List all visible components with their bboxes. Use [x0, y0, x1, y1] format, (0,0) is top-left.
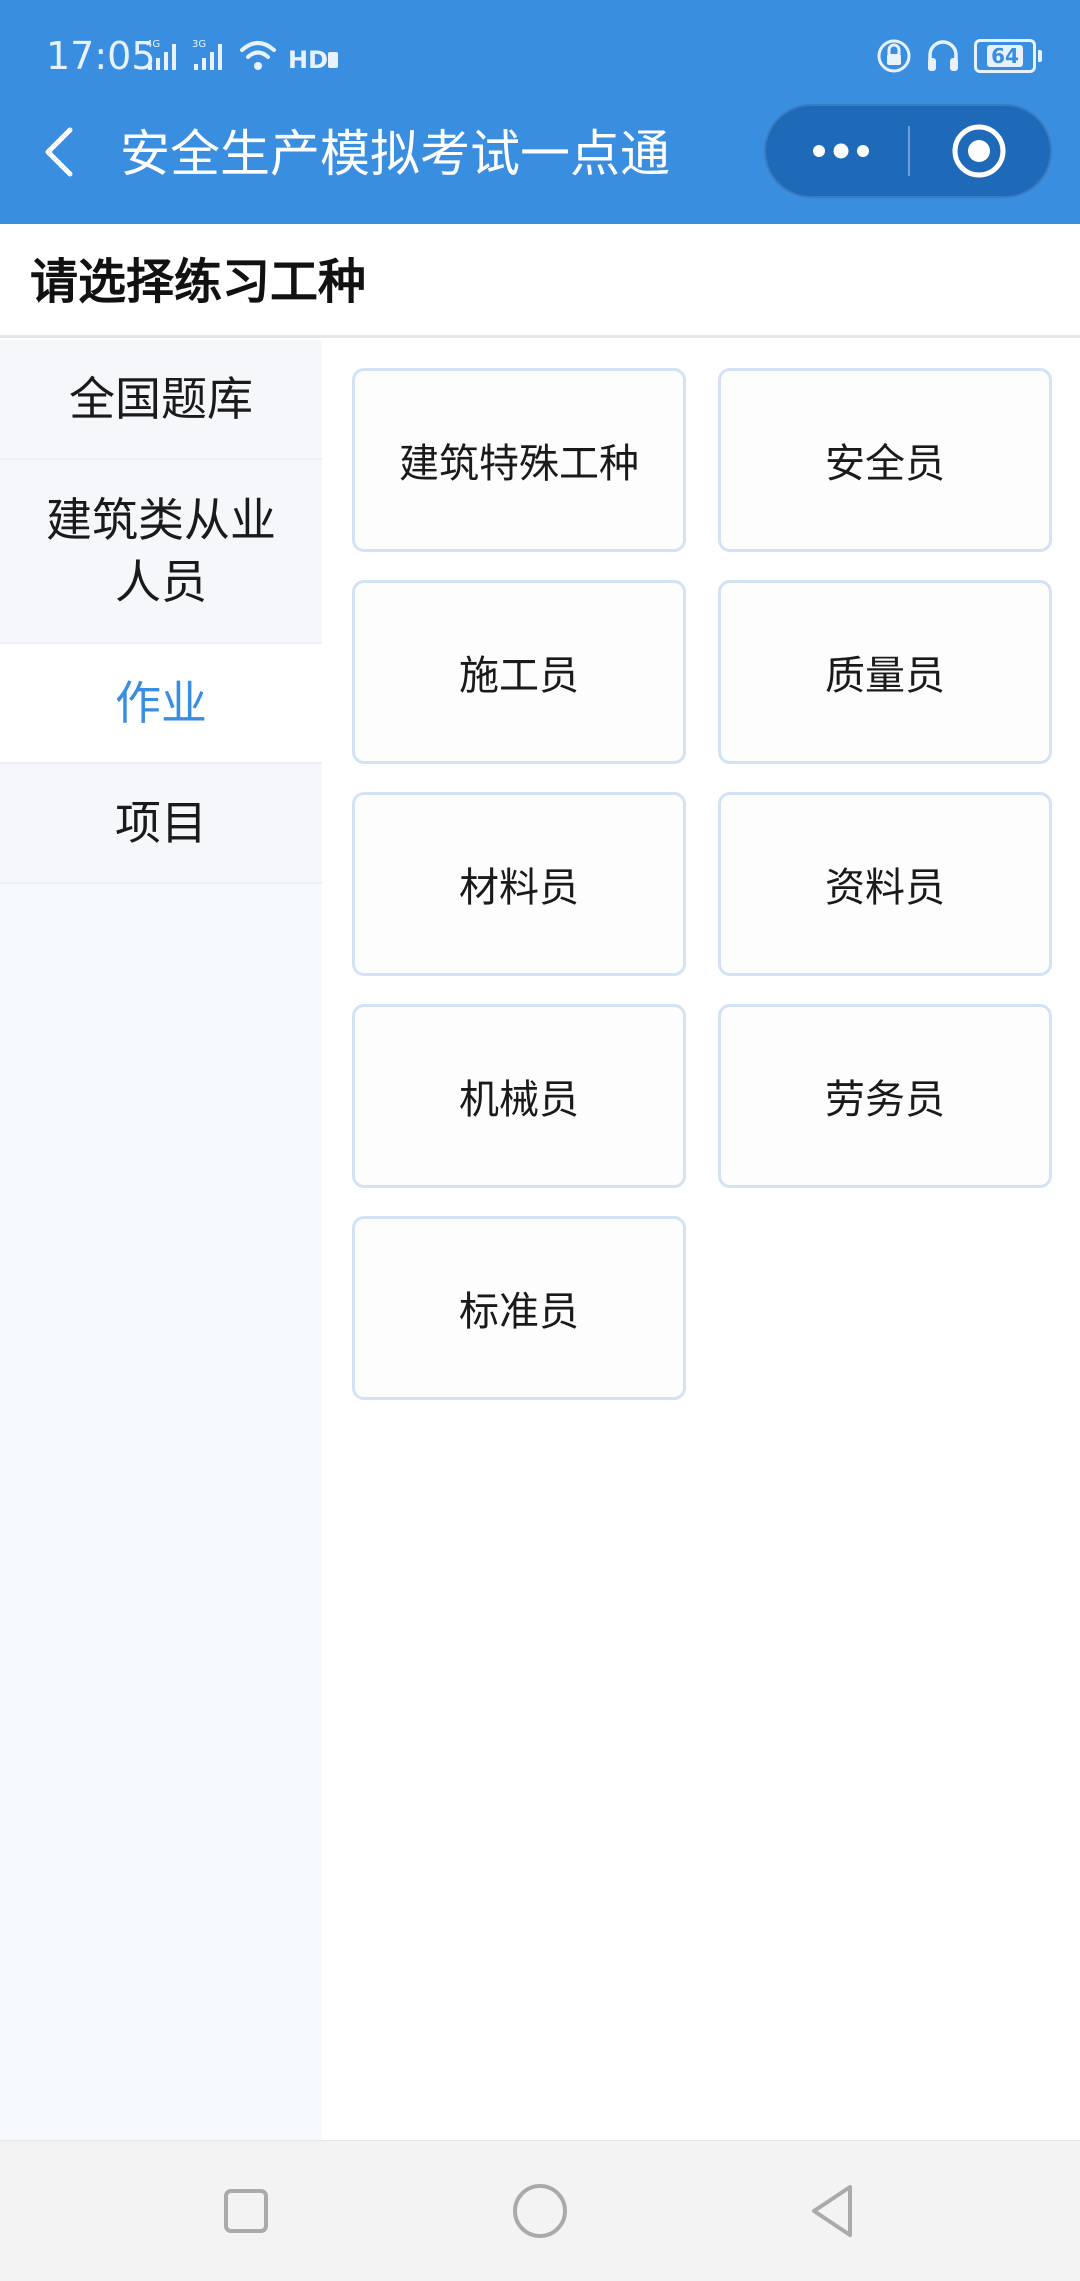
job-card[interactable]: 质量员 — [718, 580, 1052, 764]
circle-nav-icon[interactable] — [506, 2177, 574, 2245]
sidebar-item-label: 作业 — [115, 676, 207, 730]
job-card[interactable]: 资料员 — [718, 792, 1052, 976]
job-card-label: 材料员 — [459, 865, 579, 911]
nav-title: 安全生产模拟考试一点通 — [120, 125, 670, 183]
job-card-label: 资料员 — [825, 865, 945, 911]
job-card-label: 建筑特殊工种 — [399, 441, 639, 487]
job-card-label: 机械员 — [459, 1077, 579, 1123]
page-title-bar: 请选择练习工种 — [0, 224, 1080, 338]
svg-text:4G: 4G — [146, 39, 160, 50]
headphone-icon — [928, 40, 958, 71]
mini-program-capsule — [764, 104, 1052, 198]
battery-level: 64 — [987, 45, 1023, 67]
square-nav-icon[interactable] — [212, 2177, 280, 2245]
job-card[interactable]: 劳务员 — [718, 1004, 1052, 1188]
triangle-nav-icon[interactable] — [800, 2177, 868, 2245]
sidebar-item-national-bank[interactable]: 全国题库 — [0, 340, 322, 460]
status-left-icons: 4G 3G HD — [146, 36, 340, 72]
sidebar-item-label: 建筑类从业人员 — [46, 493, 276, 609]
status-time: 17:05 — [46, 34, 156, 78]
sidebar-item-label: 项目 — [115, 796, 207, 850]
sidebar-item-project[interactable]: 项目 — [0, 764, 322, 884]
job-card-label: 质量员 — [825, 653, 945, 699]
sidebar-item-operation[interactable]: 作业 — [0, 644, 322, 764]
status-right-icons: 64 — [876, 36, 1042, 76]
svg-text:3G: 3G — [192, 39, 206, 50]
job-card-label: 安全员 — [825, 441, 945, 487]
svg-text:HD: HD — [288, 46, 328, 72]
job-card[interactable]: 材料员 — [352, 792, 686, 976]
back-icon[interactable] — [38, 124, 82, 180]
more-icon[interactable] — [806, 128, 876, 174]
job-card-label: 施工员 — [459, 653, 579, 699]
job-card[interactable]: 标准员 — [352, 1216, 686, 1400]
system-nav-bar — [0, 2140, 1080, 2281]
signal-icon: 4G — [146, 39, 176, 70]
sidebar-item-label: 全国题库 — [69, 372, 253, 426]
wifi-icon — [240, 41, 276, 70]
sidebar: 全国题库 建筑类从业人员 作业 项目 — [0, 340, 322, 2140]
job-card[interactable]: 安全员 — [718, 368, 1052, 552]
capsule-divider — [908, 126, 910, 176]
job-card[interactable]: 施工员 — [352, 580, 686, 764]
page-title: 请选择练习工种 — [30, 254, 367, 310]
lock-icon — [877, 39, 911, 73]
job-card-label: 劳务员 — [825, 1077, 945, 1123]
sidebar-item-construction-staff[interactable]: 建筑类从业人员 — [0, 460, 322, 644]
job-card[interactable]: 建筑特殊工种 — [352, 368, 686, 552]
target-icon[interactable] — [950, 122, 1008, 180]
job-type-grid: 建筑特殊工种 安全员 施工员 质量员 材料员 资料员 机械员 劳务员 标准员 — [352, 368, 1052, 1400]
hd-icon: HD — [288, 46, 338, 72]
header: 17:05 4G 3G HD 64 安全生产模拟考试一点通 — [0, 0, 1080, 224]
battery-icon: 64 — [974, 39, 1042, 73]
job-card[interactable]: 机械员 — [352, 1004, 686, 1188]
job-card-label: 标准员 — [459, 1289, 579, 1335]
signal-icon: 3G — [192, 39, 222, 70]
